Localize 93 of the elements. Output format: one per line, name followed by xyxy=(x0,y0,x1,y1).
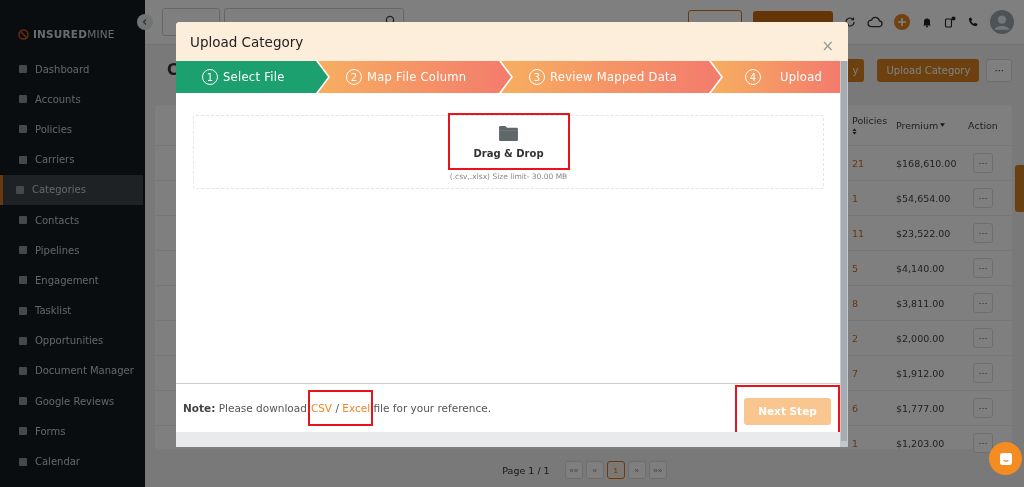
pagination-button[interactable]: 1 xyxy=(606,461,625,479)
cloud-icon[interactable] xyxy=(867,14,883,30)
square-icon xyxy=(18,396,28,407)
chat-button[interactable] xyxy=(989,442,1022,475)
square-icon xyxy=(18,305,28,316)
square-icon xyxy=(18,64,28,75)
table-cell[interactable]: 1 xyxy=(852,437,859,449)
square-icon xyxy=(18,154,28,165)
table-cell: $23,522.00 xyxy=(896,227,951,239)
action-button[interactable]: ··· xyxy=(973,223,993,243)
step-label: Review Mapped Data xyxy=(550,70,678,84)
chevron-left-icon xyxy=(141,18,149,26)
step-label: Upload xyxy=(780,70,823,84)
table-cell: $2,000.00 xyxy=(896,332,945,344)
square-icon xyxy=(15,184,25,195)
table-cell[interactable]: 6 xyxy=(852,402,859,414)
page-indicator: Page 1 / 1 xyxy=(502,464,550,476)
square-icon xyxy=(18,245,28,256)
column-header[interactable]: Policies xyxy=(852,115,888,126)
sidebar-item[interactable]: Calendar xyxy=(0,446,145,477)
table-cell[interactable]: 7 xyxy=(852,367,859,379)
action-button[interactable]: ··· xyxy=(973,433,993,453)
wizard-step[interactable]: 4 Upload xyxy=(711,61,840,93)
action-button[interactable]: ··· xyxy=(973,153,993,173)
pagination-button[interactable]: »» xyxy=(648,461,667,479)
action-button[interactable]: ··· xyxy=(973,293,993,313)
sidebar-item[interactable]: Carriers xyxy=(0,144,145,175)
sidebar-item[interactable]: Categories xyxy=(0,174,143,205)
brand-logo: INSUREDMINE xyxy=(33,28,115,40)
sidebar-item[interactable]: Dashboard xyxy=(0,54,145,85)
action-button[interactable]: ··· xyxy=(973,363,993,383)
sort-icon[interactable] xyxy=(852,128,857,135)
action-button[interactable]: ··· xyxy=(973,188,993,208)
sidebar-item[interactable]: Google Reviews xyxy=(0,386,145,417)
table-cell: $3,811.00 xyxy=(896,297,945,309)
table-cell[interactable]: 2 xyxy=(852,332,859,344)
table-cell[interactable]: 1 xyxy=(852,192,859,204)
table-cell: $54,654.00 xyxy=(896,192,951,204)
excel-link[interactable]: Excel xyxy=(342,402,371,414)
table-cell[interactable]: 11 xyxy=(852,227,865,239)
note-text: Note: Please download CSV / Excel file for your reference. xyxy=(183,402,491,414)
sidebar-item[interactable]: Engagement xyxy=(0,265,145,296)
sidebar-item[interactable]: Policies xyxy=(0,114,145,145)
table-cell: $1,912.00 xyxy=(896,367,945,379)
device-icon[interactable] xyxy=(944,16,956,28)
sidebar-item[interactable]: Document Manager xyxy=(0,355,145,387)
action-button[interactable]: ··· xyxy=(973,328,993,348)
wizard-step[interactable]: 3 Review Mapped Data xyxy=(501,61,721,93)
close-button[interactable]: × xyxy=(821,37,834,55)
sidebar-item[interactable]: Opportunities xyxy=(0,325,145,356)
action-button[interactable]: ··· xyxy=(973,258,993,278)
bell-icon[interactable] xyxy=(921,16,933,28)
csv-link[interactable]: CSV xyxy=(310,402,333,414)
square-icon xyxy=(18,456,28,467)
table-cell[interactable]: 21 xyxy=(852,157,865,169)
square-icon xyxy=(18,124,28,135)
logo-icon xyxy=(18,28,29,40)
table-cell[interactable]: 8 xyxy=(852,297,859,309)
folder-icon xyxy=(498,124,519,142)
sidebar-item[interactable]: Accounts xyxy=(0,84,145,115)
square-icon xyxy=(18,275,28,286)
sidebar-item[interactable]: Forms xyxy=(0,416,145,447)
table-cell: $4,140.00 xyxy=(896,262,945,274)
column-header: Action xyxy=(968,119,998,131)
table-cell: $1,777.00 xyxy=(896,402,945,414)
table-cell: $168,610.00 xyxy=(896,157,957,169)
phone-icon[interactable] xyxy=(967,16,979,28)
table-cell[interactable]: 5 xyxy=(852,262,859,274)
toolbar-button[interactable]: Upload Category xyxy=(877,58,980,82)
highlight-frame xyxy=(307,390,374,426)
wizard-step[interactable]: 2 Map File Column xyxy=(318,61,511,93)
pagination-button[interactable]: « xyxy=(585,461,604,479)
table-cell: $1,203.00 xyxy=(896,437,945,449)
pagination-button[interactable]: «« xyxy=(564,461,583,479)
caret-down-icon[interactable] xyxy=(940,123,946,127)
square-icon xyxy=(18,335,28,346)
sidebar-item[interactable]: Tasklist xyxy=(0,295,145,326)
sidebar-item[interactable]: Pipelines xyxy=(0,235,145,266)
square-icon xyxy=(18,94,28,105)
column-header[interactable]: Premium xyxy=(896,119,939,131)
square-icon xyxy=(18,365,28,376)
toolbar-button[interactable]: ··· xyxy=(986,58,1012,82)
pagination-button[interactable]: » xyxy=(627,461,646,479)
step-label: Select File xyxy=(223,70,285,84)
action-button[interactable]: ··· xyxy=(973,398,993,418)
scrollbar[interactable] xyxy=(840,61,848,447)
chat-icon xyxy=(998,451,1013,466)
square-icon xyxy=(18,426,28,437)
drop-label: Drag & Drop xyxy=(473,147,544,159)
square-icon xyxy=(18,215,28,226)
step-label: Map File Column xyxy=(367,70,467,84)
dialog-title: Upload Category xyxy=(190,33,304,50)
wizard-step[interactable]: 1 Select File xyxy=(176,61,328,93)
